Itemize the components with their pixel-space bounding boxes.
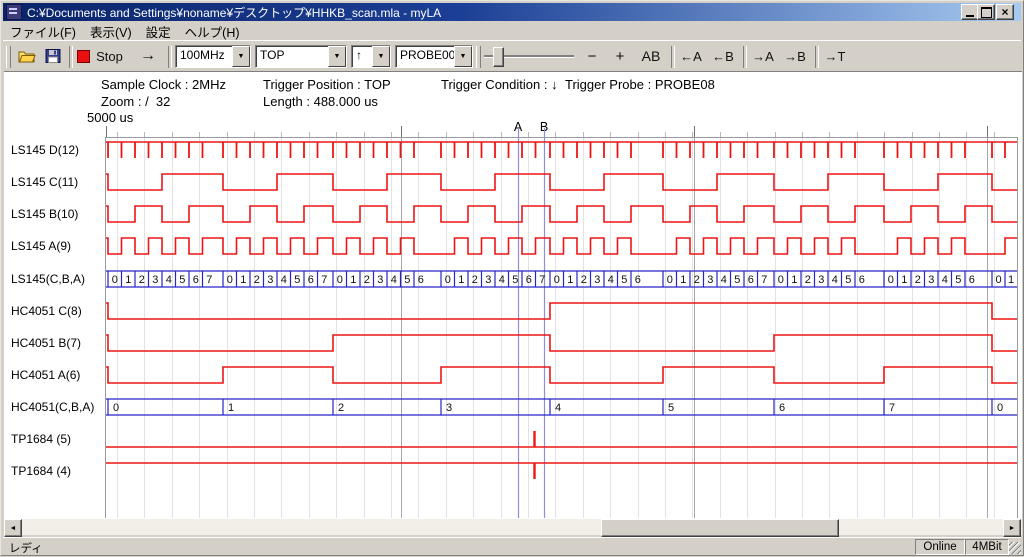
toolbar-separator (168, 46, 172, 68)
info-sample-clock: Sample Clock : 2MHz (101, 77, 226, 92)
menu-item-settings[interactable]: 設定 (139, 21, 178, 42)
trigger-probe-value: PROBE00 (396, 46, 454, 67)
maximize-button[interactable] (977, 4, 995, 20)
menu-item-view[interactable]: 表示(V) (83, 21, 139, 42)
dropdown-arrow-icon[interactable]: ▼ (232, 46, 250, 67)
status-bar: レディ Online 4MBit (3, 537, 1021, 555)
signal-label: TP1684 (4) (11, 463, 103, 479)
status-ready-text: レディ (9, 540, 43, 556)
signal-label: LS145 D(12) (11, 142, 103, 158)
move-cursor-a-left-button[interactable]: ←A (677, 43, 705, 69)
save-button[interactable] (41, 43, 65, 69)
menu-item-help[interactable]: ヘルプ(H) (178, 21, 247, 42)
signal-label: LS145(C,B,A) (11, 271, 103, 287)
zoom-slider-thumb[interactable] (493, 47, 504, 67)
info-zoom: Zoom : / 32 (101, 94, 170, 109)
toolbar-grip[interactable] (476, 46, 481, 68)
move-cursor-a-right-button[interactable]: →A (749, 43, 777, 69)
signal-label: TP1684 (5) (11, 431, 103, 447)
cursor-b-label: B (536, 120, 552, 134)
scrollbar-thumb[interactable] (601, 519, 839, 537)
menu-bar: ファイル(F) 表示(V) 設定 ヘルプ(H) (3, 22, 1021, 40)
stop-button[interactable]: Stop (75, 43, 125, 69)
run-button[interactable]: → (133, 43, 163, 69)
status-memory-badge: 4MBit (965, 539, 1009, 555)
time-scale-label: 5000 us (87, 110, 133, 125)
trigger-position-value: TOP (256, 46, 328, 67)
toolbar: Stop → 100MHz ▼ TOP ▼ ↑ ▼ PROBE00 ▼ − + … (3, 40, 1021, 72)
open-folder-icon (18, 48, 36, 64)
signal-label: LS145 C(11) (11, 174, 103, 190)
signal-label: HC4051 C(8) (11, 303, 103, 319)
toolbar-separator (743, 46, 747, 68)
close-button[interactable]: × (996, 4, 1014, 20)
window-title: C:¥Documents and Settings¥noname¥デスクトップ¥… (27, 4, 1021, 21)
toolbar-separator (671, 46, 675, 68)
trigger-probe-combo[interactable]: PROBE00 ▼ (395, 45, 473, 68)
waveform-panel (4, 71, 1022, 520)
scroll-left-button[interactable]: ◄ (4, 519, 22, 537)
stop-label: Stop (96, 49, 123, 64)
move-cursor-b-left-button[interactable]: ←B (709, 43, 737, 69)
horizontal-scrollbar[interactable]: ◄ ► (4, 519, 1022, 535)
move-cursor-b-right-button[interactable]: →B (781, 43, 809, 69)
resize-grip[interactable] (1009, 542, 1021, 554)
status-online-badge: Online (915, 539, 965, 555)
dropdown-arrow-icon[interactable]: ▼ (328, 46, 346, 67)
dropdown-arrow-icon[interactable]: ▼ (454, 46, 472, 67)
zoom-in-button[interactable]: + (609, 43, 631, 69)
toolbar-separator (815, 46, 819, 68)
sample-clock-combo[interactable]: 100MHz ▼ (175, 45, 251, 68)
toolbar-grip[interactable] (6, 46, 11, 68)
info-length: Length : 488.000 us (263, 94, 378, 109)
cursor-a-label: A (510, 120, 526, 134)
close-icon: × (1001, 7, 1008, 17)
minimize-icon (966, 15, 974, 17)
app-icon (6, 4, 22, 20)
signal-label: HC4051 A(6) (11, 367, 103, 383)
dropdown-arrow-icon[interactable]: ▼ (372, 46, 390, 67)
sample-clock-value: 100MHz (176, 46, 232, 67)
goto-trigger-button[interactable]: →T (821, 43, 849, 69)
title-bar[interactable]: C:¥Documents and Settings¥noname¥デスクトップ¥… (3, 3, 1021, 21)
trigger-edge-combo[interactable]: ↑ ▼ (351, 45, 391, 68)
toolbar-separator (69, 46, 73, 68)
info-trigger-probe: Trigger Probe : PROBE08 (565, 77, 715, 92)
info-trigger-position: Trigger Position : TOP (263, 77, 391, 92)
menu-item-file[interactable]: ファイル(F) (3, 21, 83, 42)
zoom-out-button[interactable]: − (581, 43, 603, 69)
signal-label: LS145 B(10) (11, 206, 103, 222)
signal-label: LS145 A(9) (11, 238, 103, 254)
trigger-edge-value: ↑ (352, 46, 372, 67)
ab-span-button[interactable]: AB (637, 43, 665, 69)
stop-icon (77, 50, 90, 63)
info-trigger-condition: Trigger Condition : ↓ (441, 77, 558, 92)
open-button[interactable] (15, 43, 39, 69)
signal-label: HC4051(C,B,A) (11, 399, 103, 415)
app-window: C:¥Documents and Settings¥noname¥デスクトップ¥… (0, 0, 1024, 556)
signal-label: HC4051 B(7) (11, 335, 103, 351)
scroll-right-button[interactable]: ► (1003, 519, 1021, 537)
maximize-icon (981, 7, 992, 18)
save-floppy-icon (44, 48, 62, 64)
trigger-position-combo[interactable]: TOP ▼ (255, 45, 347, 68)
